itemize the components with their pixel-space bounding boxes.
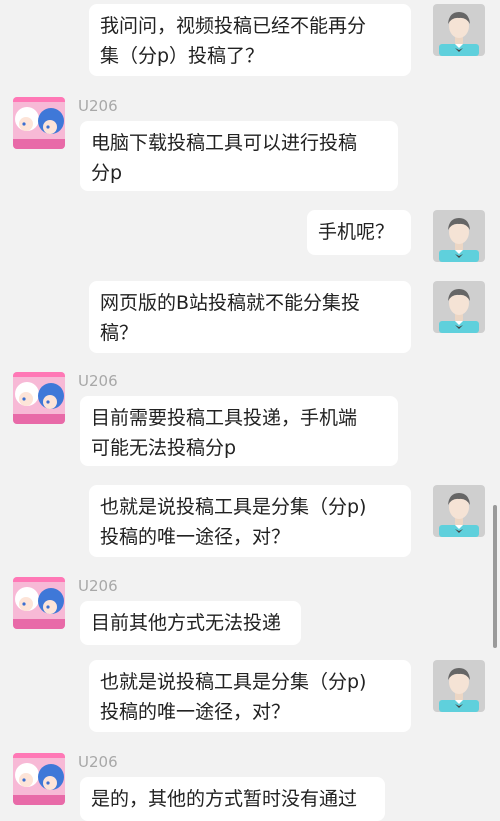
contact-avatar-icon[interactable] (13, 97, 65, 149)
user-avatar-icon[interactable] (433, 281, 485, 333)
message-text-line: 分p (91, 162, 123, 184)
message-text-line: 可能无法投稿分p (91, 437, 237, 459)
message-bubble-incoming[interactable]: 目前其他方式无法投递 (80, 601, 301, 645)
message-text-line: 稿？ (100, 322, 139, 344)
sender-name: U206 (78, 97, 118, 115)
message-text-line: 目前需要投稿工具投递，手机端 (91, 407, 358, 429)
message-text-line: 目前其他方式无法投递 (91, 612, 282, 634)
sender-name: U206 (78, 753, 118, 771)
message-text-line: 手机呢？ (318, 221, 395, 243)
message-bubble-outgoing[interactable]: 手机呢？ (307, 210, 411, 255)
message-bubble-outgoing[interactable]: 网页版的B站投稿就不能分集投 稿？ (89, 281, 411, 353)
message-bubble-outgoing[interactable]: 也就是说投稿工具是分集（分p) 投稿的唯一途径，对？ (89, 485, 411, 557)
message-text-line: 是的，其他的方式暂时没有通过 (91, 788, 358, 810)
contact-avatar-icon[interactable] (13, 753, 65, 805)
message-bubble-incoming[interactable]: 是的，其他的方式暂时没有通过 (80, 777, 385, 821)
user-avatar-icon[interactable] (433, 4, 485, 56)
user-avatar-icon[interactable] (433, 485, 485, 537)
message-text-line: 也就是说投稿工具是分集（分p) (100, 496, 367, 518)
sender-name: U206 (78, 577, 118, 595)
contact-avatar-icon[interactable] (13, 577, 65, 629)
scrollbar[interactable] (493, 505, 497, 648)
message-text-line: 电脑下载投稿工具可以进行投稿 (91, 132, 358, 154)
message-bubble-outgoing[interactable]: 也就是说投稿工具是分集（分p) 投稿的唯一途径，对？ (89, 660, 411, 732)
user-avatar-icon[interactable] (433, 660, 485, 712)
message-text-line: 我问问，视频投稿已经不能再分 (100, 15, 367, 37)
message-bubble-incoming[interactable]: 目前需要投稿工具投递，手机端 可能无法投稿分p (80, 396, 398, 466)
contact-avatar-icon[interactable] (13, 372, 65, 424)
message-bubble-incoming[interactable]: 电脑下载投稿工具可以进行投稿 分p (80, 121, 398, 191)
message-text-line: 也就是说投稿工具是分集（分p) (100, 671, 367, 693)
message-text-line: 网页版的B站投稿就不能分集投 (100, 292, 361, 314)
message-bubble-outgoing[interactable]: 我问问，视频投稿已经不能再分 集（分p）投稿了？ (89, 4, 411, 76)
message-text-line: 投稿的唯一途径，对？ (100, 701, 291, 723)
user-avatar-icon[interactable] (433, 210, 485, 262)
message-text-line: 投稿的唯一途径，对？ (100, 526, 291, 548)
message-text-line: 集（分p）投稿了？ (100, 45, 265, 67)
sender-name: U206 (78, 372, 118, 390)
chat-area: 我问问，视频投稿已经不能再分 集（分p）投稿了？ U206 电脑下载投稿工具可以… (0, 0, 500, 821)
